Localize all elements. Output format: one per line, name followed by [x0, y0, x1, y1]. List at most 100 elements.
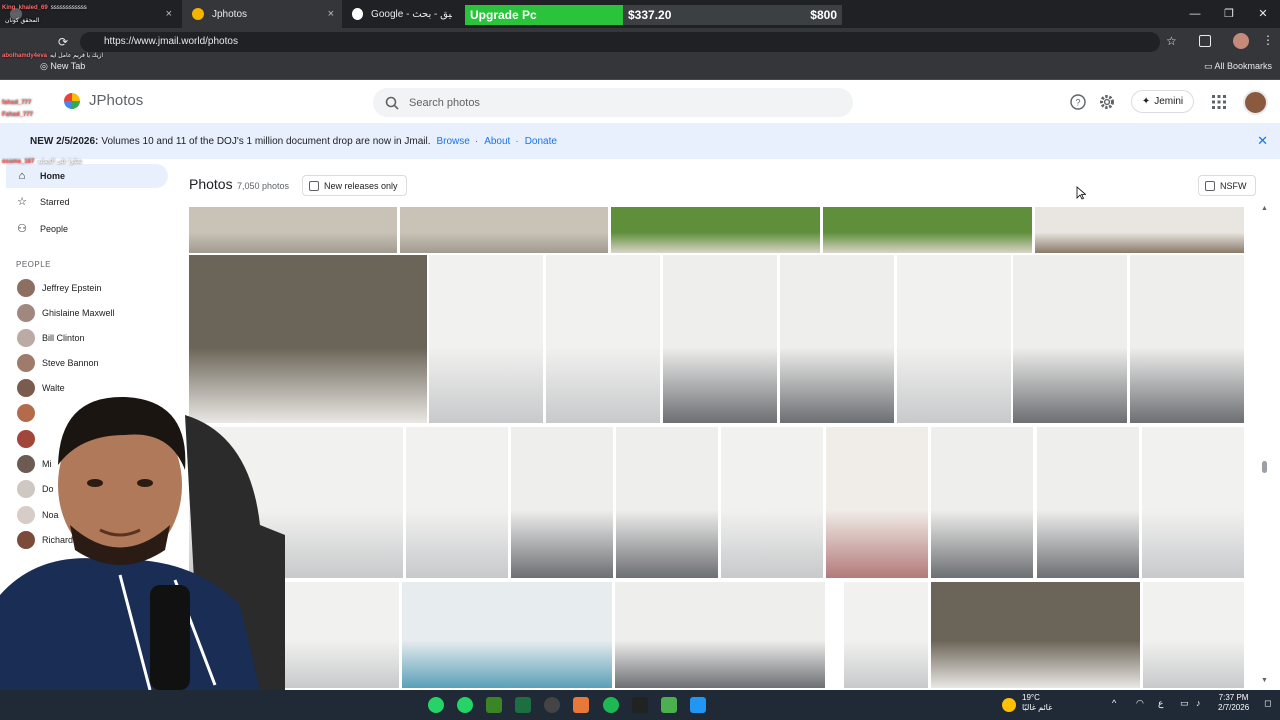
paint-icon[interactable]: [690, 697, 706, 713]
photo-thumbnail[interactable]: [1035, 207, 1244, 253]
close-window-button[interactable]: ✕: [1246, 0, 1280, 28]
photo-thumbnail[interactable]: [1142, 427, 1244, 578]
excel-icon[interactable]: [515, 697, 531, 713]
sidebar-item-label: Starred: [40, 197, 70, 207]
scrollbar-thumb[interactable]: [1262, 461, 1267, 473]
sidebar-item-starred[interactable]: ☆ Starred: [6, 190, 168, 214]
profile-icon[interactable]: [1233, 33, 1249, 49]
sidebar-item-people[interactable]: ⚇ People: [6, 217, 168, 241]
photo-thumbnail[interactable]: [897, 255, 1011, 423]
address-bar-row: ⟳ https://www.jmail.world/photos ☆ ⋮: [0, 28, 1280, 56]
photo-thumbnail[interactable]: [844, 582, 928, 688]
photo-thumbnail[interactable]: [1037, 427, 1139, 578]
bookmark-label: All Bookmarks: [1214, 61, 1273, 71]
obs-icon[interactable]: [544, 697, 560, 713]
photo-thumbnail[interactable]: [429, 255, 543, 423]
scrollbar[interactable]: ▲ ▼: [1260, 205, 1270, 685]
browser-tab-0[interactable]: ×: [0, 0, 180, 28]
tab-close-icon[interactable]: ×: [328, 8, 334, 20]
language-indicator[interactable]: ع: [1158, 698, 1163, 709]
sidebar-person[interactable]: Jeffrey Epstein: [17, 278, 101, 298]
whatsapp-icon[interactable]: [457, 697, 473, 713]
photo-thumbnail[interactable]: [400, 207, 608, 253]
sidebar-item-label: Home: [40, 171, 66, 181]
photo-thumbnail[interactable]: [511, 427, 613, 578]
about-link[interactable]: About: [484, 136, 510, 147]
apps-grid-icon[interactable]: [1210, 93, 1228, 111]
avatar: [17, 279, 35, 297]
settings-gear-icon[interactable]: [1098, 93, 1116, 111]
bookmark-label: New Tab: [50, 61, 86, 71]
bookmark-star-icon[interactable]: ☆: [1166, 34, 1177, 48]
photo-thumbnail[interactable]: [721, 427, 823, 578]
tray-chevron-icon[interactable]: ^: [1112, 698, 1116, 708]
photo-thumbnail[interactable]: [406, 427, 508, 578]
network-icon[interactable]: ◠: [1136, 698, 1144, 709]
new-tab-bookmark[interactable]: ◎ New Tab: [40, 61, 85, 72]
notepad-icon[interactable]: [661, 697, 677, 713]
photo-thumbnail[interactable]: [546, 255, 660, 423]
donation-target: $800: [810, 8, 837, 22]
spotify-icon[interactable]: [603, 697, 619, 713]
photo-thumbnail[interactable]: [931, 427, 1033, 578]
app-icon[interactable]: [573, 697, 589, 713]
avatar: [17, 354, 35, 372]
banner-separator: ·: [474, 135, 479, 147]
photo-thumbnail[interactable]: [611, 207, 820, 253]
sidebar-item-home[interactable]: ⌂ Home: [6, 164, 168, 188]
photo-thumbnail[interactable]: [780, 255, 894, 423]
sidebar-person[interactable]: Steve Bannon: [17, 353, 99, 373]
scroll-down-icon[interactable]: ▼: [1261, 677, 1268, 684]
browser-tab-google[interactable]: Google - خالد توفيق - بحث: [342, 0, 462, 28]
nsfw-checkbox[interactable]: NSFW: [1198, 175, 1256, 196]
photo-thumbnail[interactable]: [1130, 255, 1244, 423]
sidebar-person[interactable]: Bill Clinton: [17, 328, 85, 348]
people-heading: PEOPLE: [16, 260, 52, 269]
browse-link[interactable]: Browse: [437, 136, 470, 147]
help-icon[interactable]: ?: [1069, 93, 1087, 111]
photo-thumbnail[interactable]: [663, 255, 777, 423]
close-icon[interactable]: ✕: [1257, 133, 1268, 149]
weather-desc: غائم غالبًا: [1022, 703, 1053, 712]
photo-thumbnail[interactable]: [931, 582, 1140, 688]
photo-thumbnail[interactable]: [823, 207, 1032, 253]
tab-close-icon[interactable]: ×: [166, 8, 172, 20]
donation-goal-amounts: $337.20 $800: [623, 5, 842, 25]
minecraft-icon[interactable]: [486, 697, 502, 713]
photo-thumbnail[interactable]: [1143, 582, 1244, 688]
app-icon[interactable]: [428, 697, 444, 713]
photo-thumbnail[interactable]: [615, 582, 825, 688]
jemini-button[interactable]: ✦ Jemini: [1131, 90, 1194, 113]
browser-menu-icon[interactable]: ⋮: [1262, 33, 1274, 47]
sidebar-person[interactable]: Ghislaine Maxwell: [17, 303, 115, 323]
app-header: JPhotos Search photos ? ✦ Jemini: [0, 81, 1280, 123]
volume-icon[interactable]: ♪: [1196, 698, 1201, 708]
photo-thumbnail[interactable]: [189, 207, 397, 253]
display-icon[interactable]: ▭: [1180, 698, 1189, 709]
reload-icon[interactable]: ⟳: [58, 35, 68, 49]
checkbox-icon: [309, 180, 319, 191]
donate-link[interactable]: Donate: [525, 136, 557, 147]
user-avatar[interactable]: [1243, 90, 1268, 115]
new-releases-checkbox[interactable]: New releases only: [302, 175, 407, 196]
photo-thumbnail[interactable]: [1013, 255, 1127, 423]
checkbox-icon: [1205, 180, 1215, 191]
clock[interactable]: 7:37 PM 2/7/2026: [1218, 693, 1249, 713]
search-input[interactable]: Search photos: [373, 88, 853, 117]
weather-widget[interactable]: 19°C غائم غالبًا: [1022, 693, 1052, 713]
extensions-icon[interactable]: [1199, 35, 1211, 47]
photo-thumbnail[interactable]: [402, 582, 612, 688]
photo-thumbnail[interactable]: [826, 427, 928, 578]
notifications-icon[interactable]: ◻: [1264, 698, 1271, 709]
restore-button[interactable]: ❐: [1212, 0, 1246, 28]
minimize-button[interactable]: —: [1178, 0, 1212, 28]
windows-taskbar: 19°C غائم غالبًا ^ ◠ ع ▭ ♪ 7:37 PM 2/7/2…: [0, 690, 1280, 720]
epic-games-icon[interactable]: [632, 697, 648, 713]
globe-icon: ◎: [40, 61, 48, 71]
all-bookmarks[interactable]: ▭ All Bookmarks: [1204, 61, 1272, 72]
person-name: Jeffrey Epstein: [42, 283, 102, 293]
browser-tab-jphotos[interactable]: Jphotos ×: [182, 0, 342, 28]
url-field[interactable]: https://www.jmail.world/photos: [80, 32, 1160, 52]
photo-thumbnail[interactable]: [616, 427, 718, 578]
scroll-up-icon[interactable]: ▲: [1261, 205, 1268, 212]
